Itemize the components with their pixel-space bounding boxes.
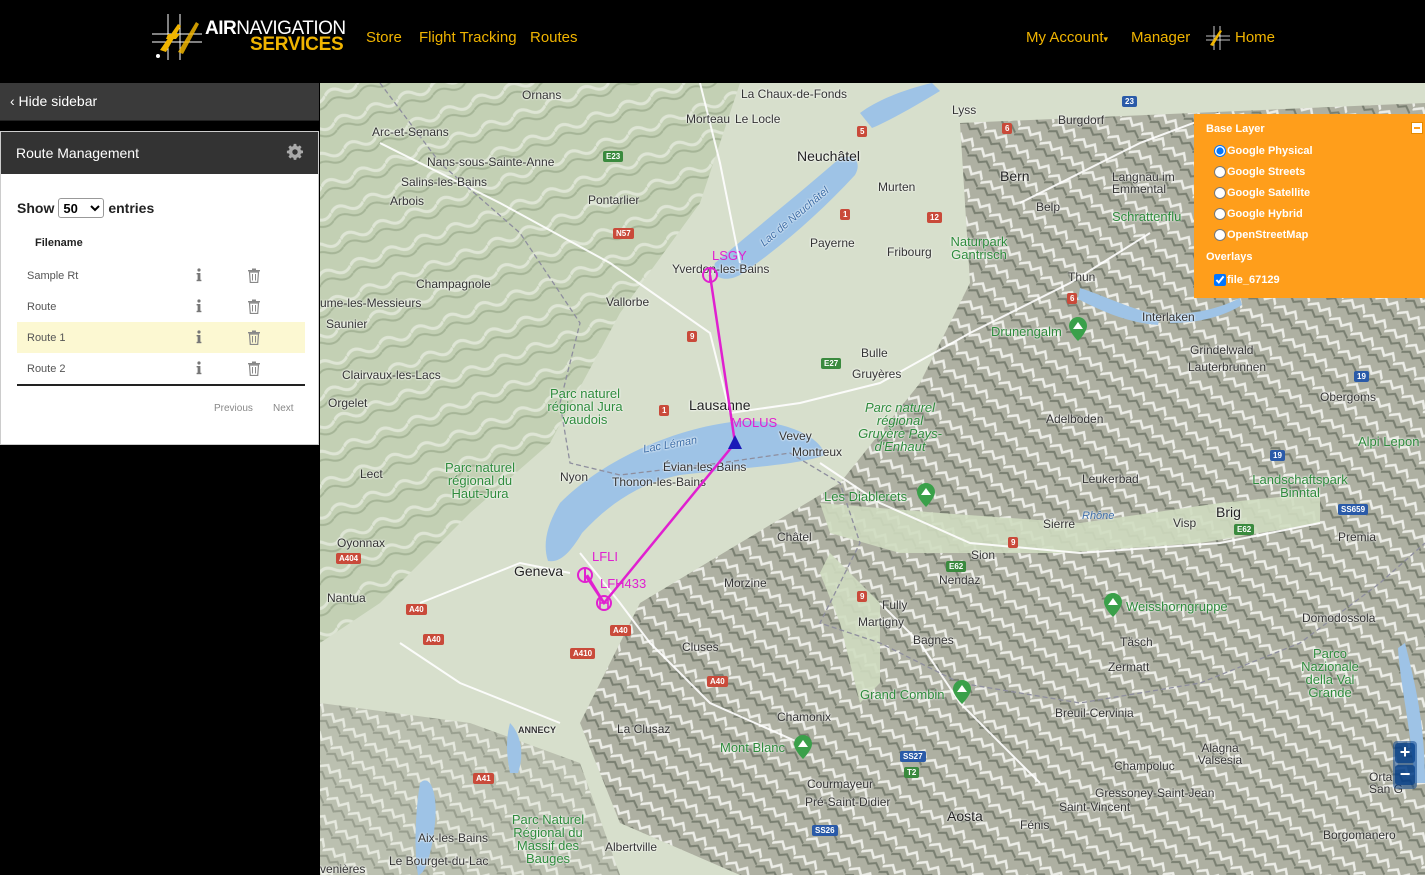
overlay-option-file[interactable]: file_67129 [1214, 274, 1280, 286]
route-filename: Sample Rt [27, 270, 79, 282]
base-layer-option-google-hybrid[interactable]: Google Hybrid [1214, 208, 1303, 220]
page-size-select[interactable]: 50 [58, 198, 105, 218]
molus-waypoint-icon [728, 435, 742, 449]
base-layer-radio[interactable] [1214, 145, 1226, 157]
base-layer-option-google-physical[interactable]: Google Physical [1214, 145, 1313, 157]
nav-my-account[interactable]: My Account▾ [1026, 29, 1108, 46]
table-divider [17, 384, 305, 386]
info-icon[interactable] [193, 360, 205, 376]
lfh433-heliport-icon [596, 595, 612, 611]
base-layer-option-label: Google Streets [1227, 166, 1306, 178]
nav-store[interactable]: Store [366, 29, 402, 46]
lfli-airfield-icon [577, 567, 593, 583]
panel-title: Route Management [16, 145, 139, 161]
overlay-option-label: file_67129 [1227, 274, 1280, 286]
waypoint-label-lfh433: LFH433 [600, 576, 647, 591]
waypoint-label-molus: MOLUS [731, 415, 778, 430]
entries-label: entries [108, 200, 155, 216]
base-layer-title: Base Layer [1206, 123, 1265, 135]
info-icon[interactable] [193, 267, 205, 283]
base-layer-option-label: Google Satellite [1227, 187, 1311, 199]
brand-logo[interactable]: AIRNAVIGATION SERVICES [150, 12, 346, 64]
route-filename: Route 1 [27, 332, 66, 344]
airplane-logo-icon [152, 14, 202, 60]
trash-icon[interactable] [247, 330, 261, 345]
nav-routes[interactable]: Routes [530, 29, 578, 46]
caret-down-icon: ▾ [1103, 34, 1109, 44]
layer-switcher: Base Layer Google Physical Google Street… [1194, 114, 1425, 298]
base-layer-radio[interactable] [1214, 229, 1226, 241]
zoom-in-button[interactable]: + [1395, 743, 1415, 763]
trash-icon[interactable] [247, 268, 261, 283]
route-filename: Route 2 [27, 363, 66, 375]
route-list: Sample Rt Route Route 1 Route 2 [17, 260, 305, 384]
gear-icon[interactable] [286, 143, 304, 161]
table-row[interactable]: Route [17, 291, 305, 322]
base-layer-option-google-streets[interactable]: Google Streets [1214, 166, 1305, 178]
nav-flight-tracking[interactable]: Flight Tracking [419, 29, 517, 46]
waypoint-label-lsgy: LSGY [712, 248, 747, 263]
overlay-checkbox[interactable] [1214, 274, 1226, 286]
zoom-out-button[interactable]: − [1395, 765, 1415, 785]
base-layer-option-label: Google Hybrid [1227, 208, 1303, 220]
show-label: Show [17, 200, 55, 216]
nav-manager[interactable]: Manager [1131, 29, 1190, 46]
base-layer-radio[interactable] [1214, 187, 1226, 199]
waypoint-label-lfli: LFLI [592, 549, 619, 564]
info-icon[interactable] [193, 298, 205, 314]
top-navbar: AIRNAVIGATION SERVICES Store Flight Trac… [0, 0, 1425, 83]
map-canvas[interactable]: Ornans La Chaux-de-Fonds Lyss Burgdorf A… [320, 83, 1425, 875]
table-row[interactable]: Sample Rt [17, 260, 305, 291]
panel-header: Route Management [1, 132, 318, 174]
table-row[interactable]: Route 2 [17, 353, 305, 384]
trash-icon[interactable] [247, 361, 261, 376]
page-size-control: Show 50 entries [17, 198, 154, 218]
brand-line-2: SERVICES [250, 34, 344, 55]
base-layer-option-label: Google Physical [1227, 145, 1313, 157]
my-account-label: My Account [1026, 29, 1104, 46]
base-layer-option-google-satellite[interactable]: Google Satellite [1214, 187, 1310, 199]
base-layer-radio[interactable] [1214, 208, 1226, 220]
table-row-selected[interactable]: Route 1 [17, 322, 305, 353]
trash-icon[interactable] [247, 299, 261, 314]
sidebar: ‹ Hide sidebar Route Management Show 50 … [0, 83, 320, 875]
zoom-control: + − [1393, 741, 1417, 789]
route-management-panel: Route Management Show 50 entries Filenam… [0, 131, 319, 445]
route-filename: Route [27, 301, 57, 313]
base-layer-radio[interactable] [1214, 166, 1226, 178]
filename-column-header[interactable]: Filename [35, 237, 83, 249]
next-page-button[interactable]: Next [273, 403, 294, 414]
hide-sidebar-button[interactable]: ‹ Hide sidebar [0, 83, 319, 121]
minimize-layer-switcher-button[interactable] [1411, 122, 1423, 134]
previous-page-button[interactable]: Previous [214, 403, 253, 414]
overlays-title: Overlays [1206, 251, 1253, 263]
base-layer-option-openstreetmap[interactable]: OpenStreetMap [1214, 229, 1308, 241]
nav-home[interactable]: Home [1235, 29, 1275, 46]
base-layer-option-label: OpenStreetMap [1227, 229, 1309, 241]
info-icon[interactable] [193, 329, 205, 345]
lsgy-airfield-icon [702, 267, 718, 283]
airplane-home-icon[interactable] [1205, 25, 1231, 51]
